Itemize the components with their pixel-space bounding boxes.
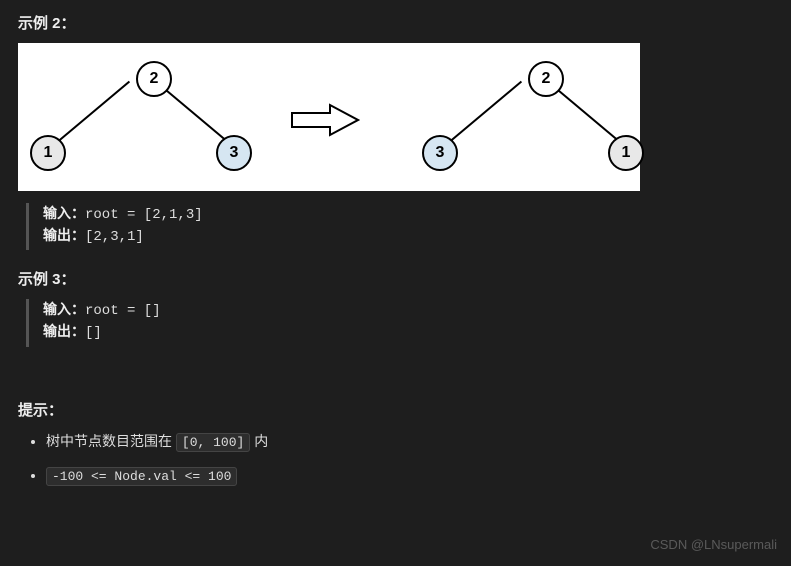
- output-label: 输出：: [43, 229, 85, 245]
- tree-node-right: 1: [608, 135, 644, 171]
- watermark-text: CSDN @LNsupermali: [650, 537, 777, 552]
- hints-heading: 提示：: [18, 399, 773, 420]
- hint-code: -100 <= Node.val <= 100: [46, 467, 237, 486]
- example3-heading: 示例 3：: [18, 268, 773, 289]
- tree-diagram: 2 1 3 2 3 1: [18, 43, 640, 191]
- output-value: []: [85, 325, 102, 341]
- input-value: root = []: [85, 303, 161, 319]
- example3-code: 输入：root = [] 输出：[]: [26, 299, 773, 346]
- node-value: 2: [150, 70, 159, 88]
- tree-node-right: 3: [216, 135, 252, 171]
- output-value: [2,3,1]: [85, 229, 144, 245]
- tree-node-left: 3: [422, 135, 458, 171]
- node-value: 3: [230, 144, 239, 162]
- example2-code: 输入：root = [2,1,3] 输出：[2,3,1]: [26, 203, 773, 250]
- transform-arrow-icon: [290, 103, 360, 137]
- hint-text: 树中节点数目范围在: [46, 433, 176, 449]
- output-label: 输出：: [43, 325, 85, 341]
- tree-node-root: 2: [136, 61, 172, 97]
- hint-item: 树中节点数目范围在 [0, 100] 内: [46, 430, 773, 454]
- input-label: 输入：: [43, 303, 85, 319]
- hint-item: -100 <= Node.val <= 100: [46, 464, 773, 488]
- example2-heading: 示例 2：: [18, 12, 773, 33]
- input-label: 输入：: [43, 207, 85, 223]
- input-value: root = [2,1,3]: [85, 207, 203, 223]
- hint-code: [0, 100]: [176, 433, 250, 452]
- node-value: 1: [622, 144, 631, 162]
- tree-node-left: 1: [30, 135, 66, 171]
- hints-list: 树中节点数目范围在 [0, 100] 内 -100 <= Node.val <=…: [18, 430, 773, 488]
- tree-node-root: 2: [528, 61, 564, 97]
- node-value: 2: [542, 70, 551, 88]
- hint-text: 内: [250, 433, 268, 449]
- node-value: 3: [436, 144, 445, 162]
- node-value: 1: [44, 144, 53, 162]
